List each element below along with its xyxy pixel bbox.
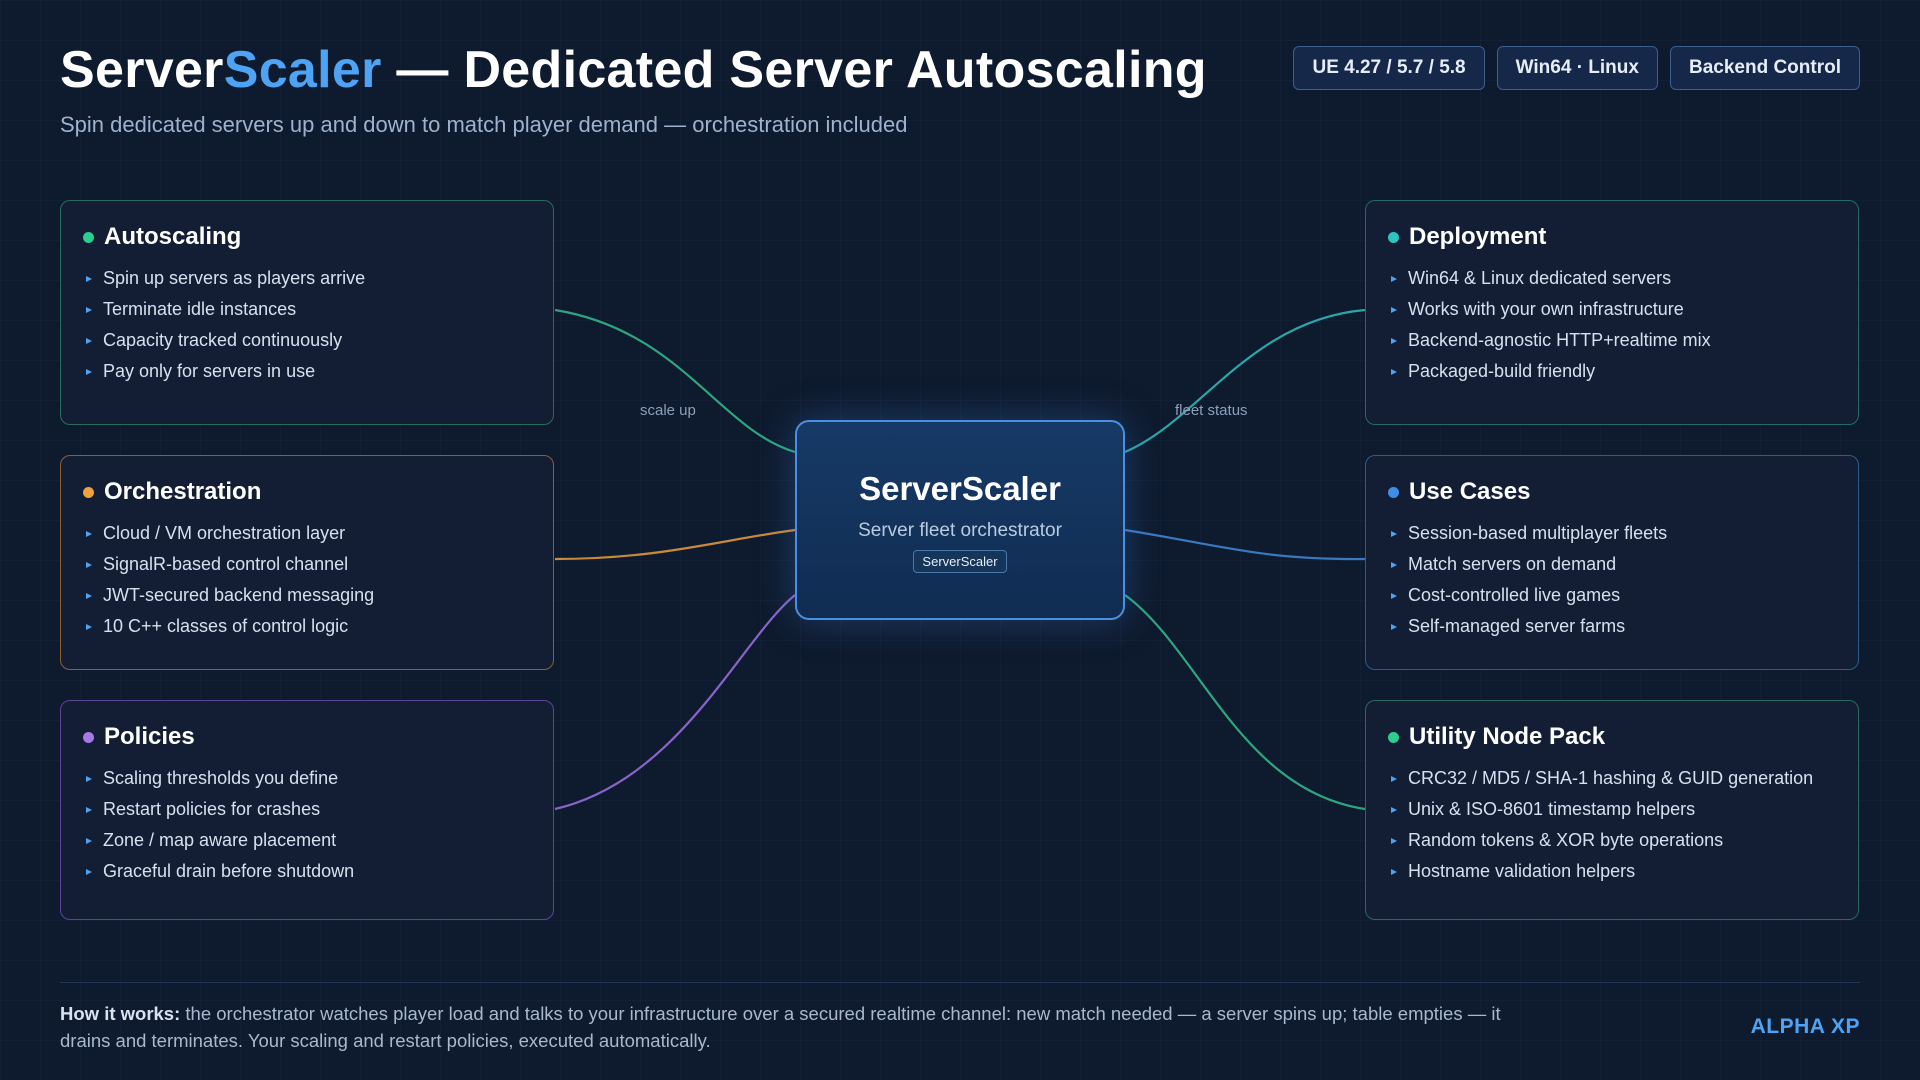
card-list: Scaling thresholds you define Restart po… [83, 763, 529, 887]
card-list: Win64 & Linux dedicated servers Works wi… [1388, 263, 1834, 387]
card-utility-node-pack: Utility Node Pack CRC32 / MD5 / SHA-1 ha… [1365, 700, 1859, 920]
connector-autoscaling [554, 308, 796, 454]
card-list: Cloud / VM orchestration layer SignalR-b… [83, 518, 529, 642]
list-item: Zone / map aware placement [83, 825, 529, 856]
card-orchestration: Orchestration Cloud / VM orchestration l… [60, 455, 554, 670]
list-item: Unix & ISO-8601 timestamp helpers [1388, 794, 1834, 825]
list-item: Cloud / VM orchestration layer [83, 518, 529, 549]
list-item: Self-managed server farms [1388, 611, 1834, 642]
card-deployment: Deployment Win64 & Linux dedicated serve… [1365, 200, 1859, 425]
list-item: JWT-secured backend messaging [83, 580, 529, 611]
list-item: Backend-agnostic HTTP+realtime mix [1388, 325, 1834, 356]
footer-divider [60, 982, 1860, 983]
card-list: Session-based multiplayer fleets Match s… [1388, 518, 1834, 642]
list-item: Spin up servers as players arrive [83, 263, 529, 294]
card-title: Policies [104, 723, 195, 750]
list-item: Pay only for servers in use [83, 356, 529, 387]
list-item: Packaged-build friendly [1388, 356, 1834, 387]
card-header: Autoscaling [83, 223, 529, 251]
card-policies: Policies Scaling thresholds you define R… [60, 700, 554, 920]
card-list: CRC32 / MD5 / SHA-1 hashing & GUID gener… [1388, 763, 1834, 887]
edge-label-scale-up: scale up [640, 402, 696, 419]
footer-description: How it works: the orchestrator watches p… [60, 1000, 1510, 1054]
list-item: Hostname validation helpers [1388, 856, 1834, 887]
list-item: Random tokens & XOR byte operations [1388, 825, 1834, 856]
list-item: 10 C++ classes of control logic [83, 611, 529, 642]
card-list: Spin up servers as players arrive Termin… [83, 263, 529, 387]
brand-logo: ALPHA XP [1750, 1015, 1860, 1038]
connector-orchestration [554, 528, 796, 561]
connector-policies [554, 594, 796, 811]
list-item: Win64 & Linux dedicated servers [1388, 263, 1834, 294]
card-use-cases: Use Cases Session-based multiplayer flee… [1365, 455, 1859, 670]
card-autoscaling: Autoscaling Spin up servers as players a… [60, 200, 554, 425]
card-header: Deployment [1388, 223, 1834, 251]
list-item: Scaling thresholds you define [83, 763, 529, 794]
card-header: Use Cases [1388, 478, 1834, 506]
card-title: Use Cases [1409, 478, 1531, 505]
list-item: Terminate idle instances [83, 294, 529, 325]
hub-node: ServerScaler Server fleet orchestrator S… [795, 420, 1125, 620]
card-header: Utility Node Pack [1388, 723, 1834, 751]
list-item: SignalR-based control channel [83, 549, 529, 580]
hub-title: ServerScaler [859, 470, 1061, 507]
card-header: Policies [83, 723, 529, 751]
connector-utility [1124, 594, 1366, 811]
list-item: Cost-controlled live games [1388, 580, 1834, 611]
status-dot-icon [83, 231, 94, 243]
card-header: Orchestration [83, 478, 529, 506]
connector-use-cases [1124, 528, 1366, 561]
list-item: Graceful drain before shutdown [83, 856, 529, 887]
hub-subtitle: Server fleet orchestrator [858, 520, 1062, 541]
footer-lead: How it works: [60, 1003, 181, 1024]
card-title: Orchestration [104, 478, 262, 505]
status-dot-icon [83, 486, 94, 498]
list-item: Works with your own infrastructure [1388, 294, 1834, 325]
card-title: Autoscaling [104, 223, 242, 250]
status-dot-icon [1388, 231, 1399, 243]
card-title: Deployment [1409, 223, 1547, 250]
list-item: Restart policies for crashes [83, 794, 529, 825]
connector-deployment [1124, 308, 1366, 454]
footer-body: the orchestrator watches player load and… [60, 1003, 1501, 1051]
status-dot-icon [1388, 731, 1399, 743]
list-item: Match servers on demand [1388, 549, 1834, 580]
status-dot-icon [83, 731, 94, 743]
status-dot-icon [1388, 486, 1399, 498]
card-title: Utility Node Pack [1409, 723, 1606, 750]
list-item: CRC32 / MD5 / SHA-1 hashing & GUID gener… [1388, 763, 1834, 794]
edge-label-fleet-status: fleet status [1175, 402, 1248, 419]
list-item: Capacity tracked continuously [83, 325, 529, 356]
hub-tag: ServerScaler [913, 550, 1007, 573]
list-item: Session-based multiplayer fleets [1388, 518, 1834, 549]
